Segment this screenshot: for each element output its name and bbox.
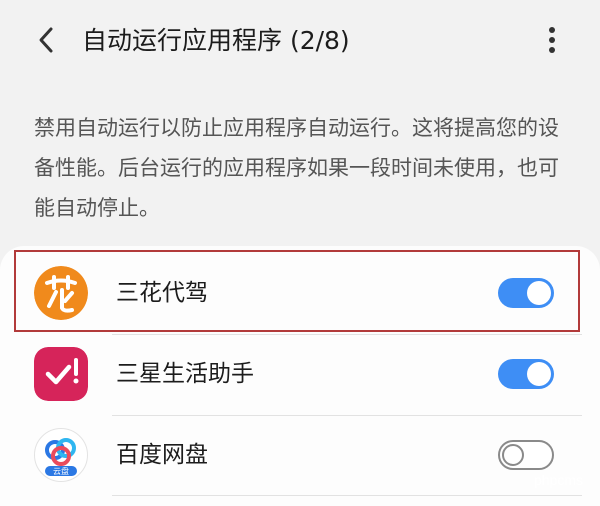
page-title: 自动运行应用程序 (2/8) <box>82 26 350 55</box>
app-name: 百度网盘 <box>116 442 208 468</box>
auto-run-toggle-baidu-netdisk[interactable] <box>498 440 554 470</box>
flower-logo-icon <box>34 266 88 320</box>
auto-run-toggle-samsung-assistant[interactable] <box>498 359 554 389</box>
more-vertical-icon <box>549 27 555 53</box>
app-bar: 自动运行应用程序 (2/8) <box>0 0 600 84</box>
more-options-button[interactable] <box>538 24 566 56</box>
app-row-sanhua[interactable]: 三花代驾 <box>0 252 600 334</box>
auto-run-toggle-sanhua[interactable] <box>498 278 554 308</box>
toggle-knob <box>502 444 524 466</box>
checkmark-chat-icon <box>34 347 88 401</box>
cloud-icon: 云盘 <box>34 428 88 482</box>
description-text: 禁用自动运行以防止应用程序自动运行。这将提高您的设备性能。后台运行的应用程序如果… <box>34 116 559 220</box>
app-row-baidu-netdisk[interactable]: 云盘 百度网盘 <box>0 416 600 498</box>
app-name: 三星生活助手 <box>116 361 254 387</box>
chevron-left-icon <box>39 27 53 53</box>
watermark-text: phpcms <box>534 472 584 488</box>
app-name: 三花代驾 <box>116 280 208 306</box>
divider <box>112 495 582 496</box>
icon-label: 云盘 <box>53 466 69 476</box>
toggle-knob <box>527 362 551 386</box>
back-button[interactable] <box>30 24 62 56</box>
toggle-knob <box>527 281 551 305</box>
app-row-samsung-assistant[interactable]: 三星生活助手 <box>0 335 600 417</box>
